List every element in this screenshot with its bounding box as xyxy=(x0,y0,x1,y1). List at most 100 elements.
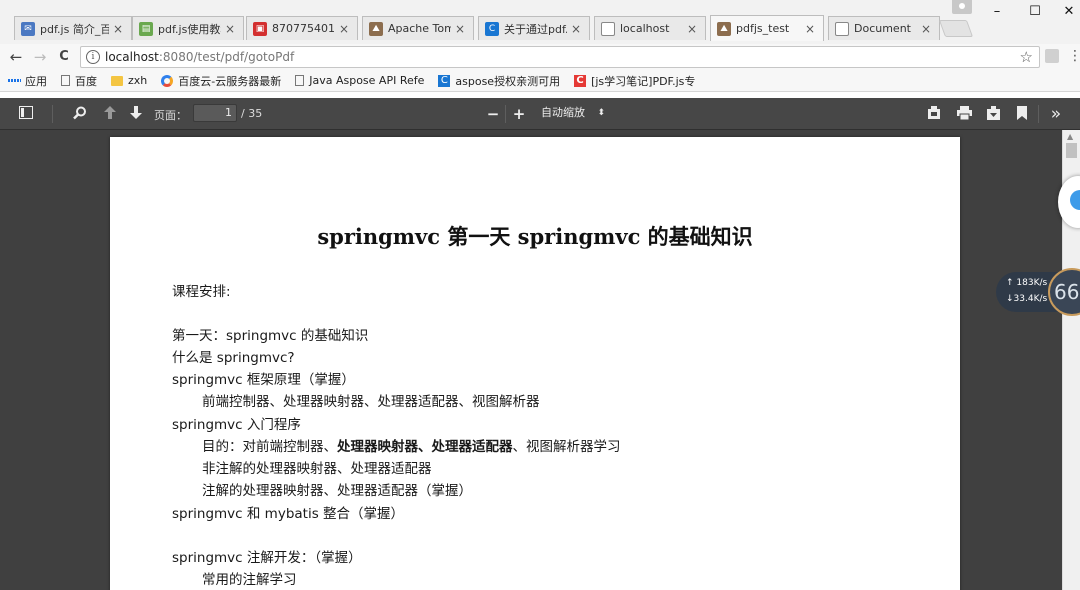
bookmark-label: [js学习笔记]PDF.js专 xyxy=(591,74,696,88)
tomcat-favicon-icon: ⛰ xyxy=(369,21,383,36)
download-icon[interactable] xyxy=(985,106,1001,122)
bookmark-zxh[interactable]: zxh xyxy=(111,74,147,87)
tab-4[interactable]: C 关于通过pdf.j × xyxy=(478,16,590,40)
tab-6-active[interactable]: ⛰ pdfjs_test × xyxy=(710,15,824,41)
tab-5[interactable]: localhost × xyxy=(594,16,706,40)
bookmark-star-icon[interactable]: ☆ xyxy=(1020,48,1033,66)
tab-2[interactable]: ▣ 870775401/z × xyxy=(246,16,358,40)
back-button[interactable]: ← xyxy=(6,47,26,67)
tab-7[interactable]: Document × xyxy=(828,16,940,40)
bookmark-aspose-api[interactable]: Java Aspose API Refe xyxy=(295,74,424,87)
address-row: ← → C i localhost:8080/test/pdf/gotoPdf … xyxy=(0,44,1080,70)
pdfjs-favicon-icon: ✉ xyxy=(21,21,35,36)
tab-title: Apache Tomc xyxy=(388,22,451,35)
minimize-button[interactable]: – xyxy=(986,4,1008,20)
doc-line: 第一天：springmvc 的基础知识 xyxy=(172,328,369,344)
info-icon[interactable]: i xyxy=(86,50,100,64)
zoom-select[interactable]: 自动缩放 ⬍ xyxy=(533,104,611,122)
print-icon[interactable] xyxy=(956,106,972,122)
doc-line: 前端控制器、处理器映射器、处理器适配器、视图解析器 xyxy=(202,394,540,410)
bookmark-aspose-license[interactable]: C aspose授权亲测可用 xyxy=(438,73,560,89)
url-host: localhost xyxy=(105,50,159,64)
doc-line: 常用的注解学习 xyxy=(202,572,297,588)
upload-speed: ↑ 183K/s xyxy=(1006,278,1048,288)
forward-button[interactable]: → xyxy=(30,47,50,67)
url-text[interactable]: localhost:8080/test/pdf/gotoPdf xyxy=(105,50,294,64)
toolbar-separator xyxy=(1038,105,1039,123)
folder-icon xyxy=(111,75,123,86)
scroll-up-arrow-icon[interactable]: ▲ xyxy=(1067,132,1073,141)
bookmark-view-icon[interactable] xyxy=(1015,106,1029,122)
doc-line: springmvc 和 mybatis 整合（掌握） xyxy=(172,506,405,522)
tab-close-icon[interactable]: × xyxy=(805,22,817,36)
tab-close-icon[interactable]: × xyxy=(339,22,351,36)
tab-close-icon[interactable]: × xyxy=(225,22,237,36)
tab-close-icon[interactable]: × xyxy=(921,22,933,36)
tools-menu-button[interactable]: » xyxy=(1046,106,1066,123)
tab-title: pdf.js 简介_百 xyxy=(40,22,109,36)
toolbar-separator xyxy=(52,105,53,123)
bookmark-label: Java Aspose API Refe xyxy=(309,74,425,87)
baidu-cloud-icon xyxy=(161,74,174,87)
zoom-out-button[interactable]: − xyxy=(486,106,500,122)
blue-c-favicon-icon: C xyxy=(485,21,499,36)
browser-menu-icon[interactable]: ⋮ xyxy=(1068,48,1080,64)
page-count: / 35 xyxy=(241,107,263,120)
scrollbar-thumb[interactable] xyxy=(1066,143,1077,158)
green-doc-favicon-icon: ▤ xyxy=(139,21,153,36)
red-pdf-favicon-icon: ▣ xyxy=(253,21,267,36)
bookmark-label: 百度 xyxy=(75,74,97,88)
bookmark-label: aspose授权亲测可用 xyxy=(455,74,561,88)
close-window-button[interactable]: ✕ xyxy=(1058,4,1080,20)
doc-line: springmvc 框架原理（掌握） xyxy=(172,372,355,388)
pdf-toolbar: 页面： 1 / 35 − + 自动缩放 ⬍ » xyxy=(0,98,1080,130)
tab-0[interactable]: ✉ pdf.js 简介_百 × xyxy=(14,16,132,40)
previous-page-icon[interactable] xyxy=(102,106,118,122)
address-bar[interactable]: i localhost:8080/test/pdf/gotoPdf ☆ xyxy=(80,46,1040,68)
tab-close-icon[interactable]: × xyxy=(455,22,467,36)
sidebar-toggle-icon[interactable] xyxy=(18,106,34,122)
page-icon xyxy=(61,75,70,86)
page-icon xyxy=(295,75,305,86)
blue-c-icon: C xyxy=(438,74,451,87)
new-tab-button[interactable] xyxy=(938,20,974,37)
tab-close-icon[interactable]: × xyxy=(113,22,125,36)
bookmark-pdfjs-notes[interactable]: C [js学习笔记]PDF.js专 xyxy=(574,73,695,89)
doc-line: springmvc 注解开发：（掌握） xyxy=(172,550,362,566)
tab-3[interactable]: ⛰ Apache Tomc × xyxy=(362,16,474,40)
document-title: springmvc 第一天 springmvc 的基础知识 xyxy=(317,224,753,249)
presentation-mode-icon[interactable] xyxy=(926,106,942,122)
tab-close-icon[interactable]: × xyxy=(571,22,583,36)
bookmarks-bar: 应用 百度 zxh 百度云-云服务器最新 Java Aspose API Ref… xyxy=(0,70,1080,92)
bookmark-baidu[interactable]: 百度 xyxy=(61,73,97,89)
doc-line: 课程安排: xyxy=(172,284,231,300)
doc-line: springmvc 入门程序 xyxy=(172,417,301,433)
select-arrow-icon: ⬍ xyxy=(597,108,605,118)
tab-title: localhost xyxy=(620,22,670,35)
tab-close-icon[interactable]: × xyxy=(687,22,699,36)
profile-icon[interactable] xyxy=(952,0,972,14)
apps-icon xyxy=(8,75,20,87)
bookmark-label: zxh xyxy=(128,74,148,87)
doc-line: 注解的处理器映射器、处理器适配器（掌握） xyxy=(202,483,472,499)
extension-icon[interactable] xyxy=(1045,49,1059,63)
network-speed-widget[interactable]: ↑ 183K/s ↓33.4K/s 66 xyxy=(996,268,1080,316)
tab-strip: ✉ pdf.js 简介_百 × ▤ pdf.js使用教程 × ▣ 8707754… xyxy=(0,0,1080,44)
bookmark-baidu-cloud[interactable]: 百度云-云服务器最新 xyxy=(161,73,281,89)
reload-button[interactable]: C xyxy=(54,47,74,67)
usage-percent-badge: 66 xyxy=(1048,268,1080,316)
zoom-in-button[interactable]: + xyxy=(512,106,526,122)
tab-1[interactable]: ▤ pdf.js使用教程 × xyxy=(132,16,244,40)
search-icon[interactable] xyxy=(72,106,88,122)
bookmark-apps[interactable]: 应用 xyxy=(8,73,47,89)
download-speed: ↓33.4K/s xyxy=(1006,294,1048,304)
pdf-viewer-container[interactable]: springmvc 第一天 springmvc 的基础知识 课程安排: 第一天：… xyxy=(0,130,1062,590)
pdf-page: springmvc 第一天 springmvc 的基础知识 课程安排: 第一天：… xyxy=(110,137,960,590)
page-number-input[interactable]: 1 xyxy=(193,104,237,122)
page-icon xyxy=(835,21,849,36)
tab-title: pdfjs_test xyxy=(736,22,790,35)
next-page-icon[interactable] xyxy=(128,106,144,122)
red-c-icon: C xyxy=(574,74,587,87)
maximize-button[interactable]: ☐ xyxy=(1024,4,1046,20)
bookmark-label: 百度云-云服务器最新 xyxy=(178,74,282,88)
